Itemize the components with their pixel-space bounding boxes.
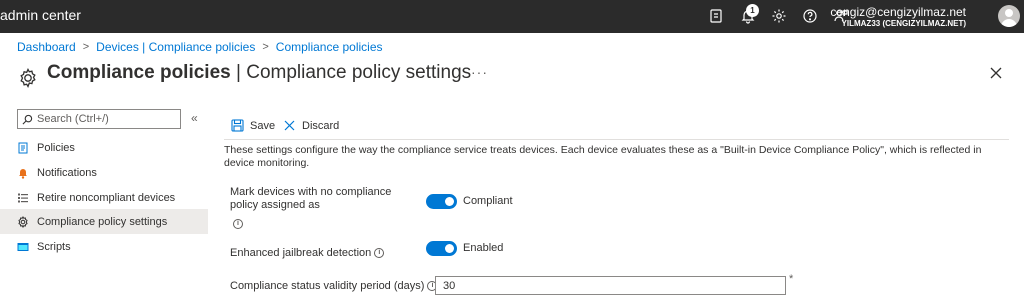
breadcrumb-compliance-policies[interactable]: Compliance policies [276, 40, 383, 54]
sidebar-item-scripts[interactable]: Scripts [0, 234, 208, 259]
user-tenant: YILMAZ33 (CENGIZYILMAZ.NET) [841, 19, 966, 28]
gear-icon [20, 68, 36, 89]
info-icon[interactable]: i [233, 219, 243, 229]
toolbar-divider [224, 139, 1009, 140]
discard-label: Discard [302, 119, 340, 132]
setting-label-text: Compliance status validity period (days) [230, 280, 425, 292]
breadcrumb: Dashboard > Devices | Compliance policie… [17, 40, 383, 54]
page-title: Compliance policies | Compliance policy … [47, 62, 471, 84]
collapse-sidebar-button[interactable]: « [191, 111, 198, 125]
breadcrumb-devices-compliance[interactable]: Devices | Compliance policies [96, 40, 255, 54]
script-icon [17, 241, 29, 253]
sidebar-item-retire-noncompliant[interactable]: Retire noncompliant devices [0, 185, 208, 210]
no-policy-toggle[interactable] [426, 194, 457, 209]
sidebar-item-compliance-policy-settings[interactable]: Compliance policy settings [0, 209, 208, 234]
search-input[interactable] [37, 113, 177, 125]
jailbreak-toggle[interactable] [426, 241, 457, 256]
setting-label-jailbreak: Enhanced jailbreak detection i [230, 247, 385, 260]
user-email[interactable]: cengiz@cengizyilmaz.net [830, 5, 966, 19]
validity-period-input[interactable] [435, 276, 786, 295]
more-options-button[interactable]: ··· [471, 64, 488, 80]
close-icon [284, 120, 295, 131]
policy-icon [17, 142, 29, 154]
page-title-sub: | Compliance policy settings [230, 62, 472, 83]
search-box[interactable] [17, 109, 181, 129]
breadcrumb-dashboard[interactable]: Dashboard [17, 40, 76, 54]
save-button[interactable]: Save [231, 119, 275, 132]
sidebar-item-label: Policies [37, 141, 75, 154]
avatar[interactable] [998, 5, 1020, 27]
help-icon[interactable] [801, 7, 819, 25]
sidebar-item-label: Compliance policy settings [37, 215, 168, 228]
search-icon [22, 114, 33, 124]
setting-label-text: Enhanced jailbreak detection [230, 247, 372, 259]
page-title-main: Compliance policies [47, 62, 231, 83]
close-icon[interactable] [989, 66, 1003, 80]
save-label: Save [250, 119, 276, 132]
sidebar-item-notifications[interactable]: Notifications [0, 160, 208, 185]
list-icon [17, 192, 29, 204]
notification-badge: 1 [746, 4, 759, 17]
setting-label-validity: Compliance status validity period (days)… [230, 280, 438, 293]
sidebar-item-label: Notifications [37, 166, 97, 179]
discard-button[interactable]: Discard [283, 119, 339, 132]
info-icon[interactable]: i [374, 248, 385, 259]
notification-icon [17, 167, 29, 179]
setting-label-no-policy: Mark devices with no compliance policy a… [230, 186, 420, 212]
jailbreak-toggle-value: Enabled [463, 242, 504, 254]
sidebar-item-label: Scripts [37, 240, 71, 253]
breadcrumb-separator: > [262, 41, 269, 53]
required-marker: * [789, 273, 794, 285]
save-icon [231, 119, 244, 132]
sidebar-item-label: Retire noncompliant devices [37, 191, 176, 204]
settings-description: These settings configure the way the com… [224, 144, 982, 169]
no-policy-toggle-value: Compliant [463, 195, 513, 207]
gear-icon[interactable] [770, 7, 788, 25]
app-title: admin center [0, 7, 81, 23]
feedback-icon[interactable] [707, 7, 725, 25]
sidebar-item-policies[interactable]: Policies [0, 135, 208, 160]
breadcrumb-separator: > [82, 41, 90, 53]
setting-label-text: Mark devices with no compliance policy a… [230, 186, 392, 211]
gear-icon [17, 215, 29, 228]
top-bar: admin center 1 cengiz@cengizyilmaz.net Y… [0, 0, 1024, 33]
